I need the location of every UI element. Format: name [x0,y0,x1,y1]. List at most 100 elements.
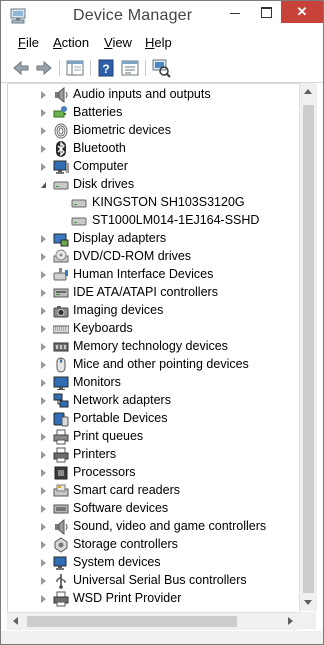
collapse-arrow-icon[interactable] [41,182,46,188]
expand-arrow-icon[interactable] [41,505,46,513]
horizontal-scrollbar[interactable] [7,612,299,630]
menu-file[interactable]: File [18,35,39,50]
tree-item-label: ST1000LM014-1EJ164-SSHD [92,213,260,227]
tree-item-print-queues[interactable]: Print queues [8,428,300,446]
scroll-down-arrow-icon[interactable] [304,600,312,605]
expand-arrow-icon[interactable] [41,595,46,603]
menu-view-rest: iew [112,35,132,50]
system-device-icon [53,556,67,570]
tree-item-keyboards[interactable]: Keyboards [8,320,300,338]
tree-item-biometric-devices[interactable]: Biometric devices [8,122,300,140]
scan-hardware-icon[interactable] [151,58,171,78]
expand-arrow-icon[interactable] [41,109,46,117]
expand-arrow-icon[interactable] [41,379,46,387]
toolbar-separator [90,60,91,76]
expand-arrow-icon[interactable] [41,145,46,153]
menu-view[interactable]: View [104,35,132,50]
tree-item-processors[interactable]: Processors [8,464,300,482]
tree-item-monitors[interactable]: Monitors [8,374,300,392]
tree-item-storage-controllers[interactable]: Storage controllers [8,536,300,554]
expand-arrow-icon[interactable] [41,397,46,405]
title-bar[interactable]: Device Manager ✕ [1,1,323,31]
scroll-right-arrow-icon[interactable] [288,617,293,625]
smart-card-icon [53,484,69,497]
tree-item-wsd-print-provider[interactable]: WSD Print Provider [8,590,300,608]
tree-item-st1000lm014-sshd[interactable]: ST1000LM014-1EJ164-SSHD [8,212,300,230]
menu-action[interactable]: Action [53,35,89,50]
scroll-left-arrow-icon[interactable] [13,617,18,625]
network-adapter-icon [53,393,69,408]
tree-item-computer[interactable]: Computer [8,158,300,176]
expand-arrow-icon[interactable] [41,523,46,531]
tree-item-label: Biometric devices [73,123,171,137]
expand-arrow-icon[interactable] [41,127,46,135]
horizontal-scroll-thumb[interactable] [27,616,237,627]
expand-arrow-icon[interactable] [41,361,46,369]
tree-item-universal-serial-bus-controllers[interactable]: Universal Serial Bus controllers [8,572,300,590]
tree-item-label: Bluetooth [73,141,126,155]
battery-icon [53,106,67,118]
properties-icon[interactable] [120,58,140,78]
show-hide-console-tree-icon[interactable] [65,58,85,78]
tree-item-disk-drives[interactable]: Disk drives [8,176,300,194]
expand-arrow-icon[interactable] [41,235,46,243]
disk-drive-icon [71,199,87,208]
tree-item-imaging-devices[interactable]: Imaging devices [8,302,300,320]
tree-item-label: System devices [73,555,161,569]
tree-item-label: Human Interface Devices [73,267,214,281]
expand-arrow-icon[interactable] [41,271,46,279]
tree-item-label: Audio inputs and outputs [73,87,211,101]
expand-arrow-icon[interactable] [41,487,46,495]
expand-arrow-icon[interactable] [41,559,46,567]
expand-arrow-icon[interactable] [41,541,46,549]
tree-item-human-interface-devices[interactable]: Human Interface Devices [8,266,300,284]
expand-arrow-icon[interactable] [41,325,46,333]
expand-arrow-icon[interactable] [41,469,46,477]
tree-item-smart-card-readers[interactable]: Smart card readers [8,482,300,500]
tree-item-dvd-cd-rom-drives[interactable]: DVD/CD-ROM drives [8,248,300,266]
mouse-icon [56,357,66,373]
toolbar-separator [59,60,60,76]
menu-help[interactable]: Help [145,35,172,50]
close-button[interactable]: ✕ [281,1,323,23]
forward-arrow-icon[interactable] [34,58,54,78]
expand-arrow-icon[interactable] [41,415,46,423]
expand-arrow-icon[interactable] [41,343,46,351]
tree-item-system-devices[interactable]: System devices [8,554,300,572]
processor-icon [54,466,68,480]
expand-arrow-icon[interactable] [41,307,46,315]
tree-item-network-adapters[interactable]: Network adapters [8,392,300,410]
vertical-scroll-thumb[interactable] [303,105,314,593]
back-arrow-icon[interactable] [11,58,31,78]
tree-item-display-adapters[interactable]: Display adapters [8,230,300,248]
scroll-up-arrow-icon[interactable] [304,89,312,94]
expand-arrow-icon[interactable] [41,163,46,171]
vertical-scrollbar[interactable] [299,83,317,611]
tree-item-label: Printers [73,447,117,461]
device-manager-app-icon [10,8,26,24]
computer-icon [53,160,69,174]
expand-arrow-icon[interactable] [41,451,46,459]
expand-arrow-icon[interactable] [41,433,46,441]
tree-item-ide-ata-atapi-controllers[interactable]: IDE ATA/ATAPI controllers [8,284,300,302]
expand-arrow-icon[interactable] [41,577,46,585]
tree-item-kingston-sh103s3120g[interactable]: KINGSTON SH103S3120G [8,194,300,212]
tree-item-software-devices[interactable]: Software devices [8,500,300,518]
tree-item-audio-inputs-and-outputs[interactable]: Audio inputs and outputs [8,86,300,104]
expand-arrow-icon[interactable] [41,91,46,99]
camera-icon [53,306,69,318]
tree-item-portable-devices[interactable]: Portable Devices [8,410,300,428]
maximize-button[interactable] [251,1,281,23]
expand-arrow-icon[interactable] [41,253,46,261]
expand-arrow-icon[interactable] [41,289,46,297]
device-tree[interactable]: Audio inputs and outputs Batteries Biome… [7,83,301,613]
tree-item-batteries[interactable]: Batteries [8,104,300,122]
tree-item-mice-and-other-pointing-devices[interactable]: Mice and other pointing devices [8,356,300,374]
tree-item-memory-technology-devices[interactable]: Memory technology devices [8,338,300,356]
tree-item-label: KINGSTON SH103S3120G [92,195,245,209]
tree-item-bluetooth[interactable]: Bluetooth [8,140,300,158]
tree-item-printers[interactable]: Printers [8,446,300,464]
tree-item-sound-video-and-game-controllers[interactable]: Sound, video and game controllers [8,518,300,536]
minimize-button[interactable] [219,1,251,23]
help-icon[interactable]: ? [96,58,116,78]
